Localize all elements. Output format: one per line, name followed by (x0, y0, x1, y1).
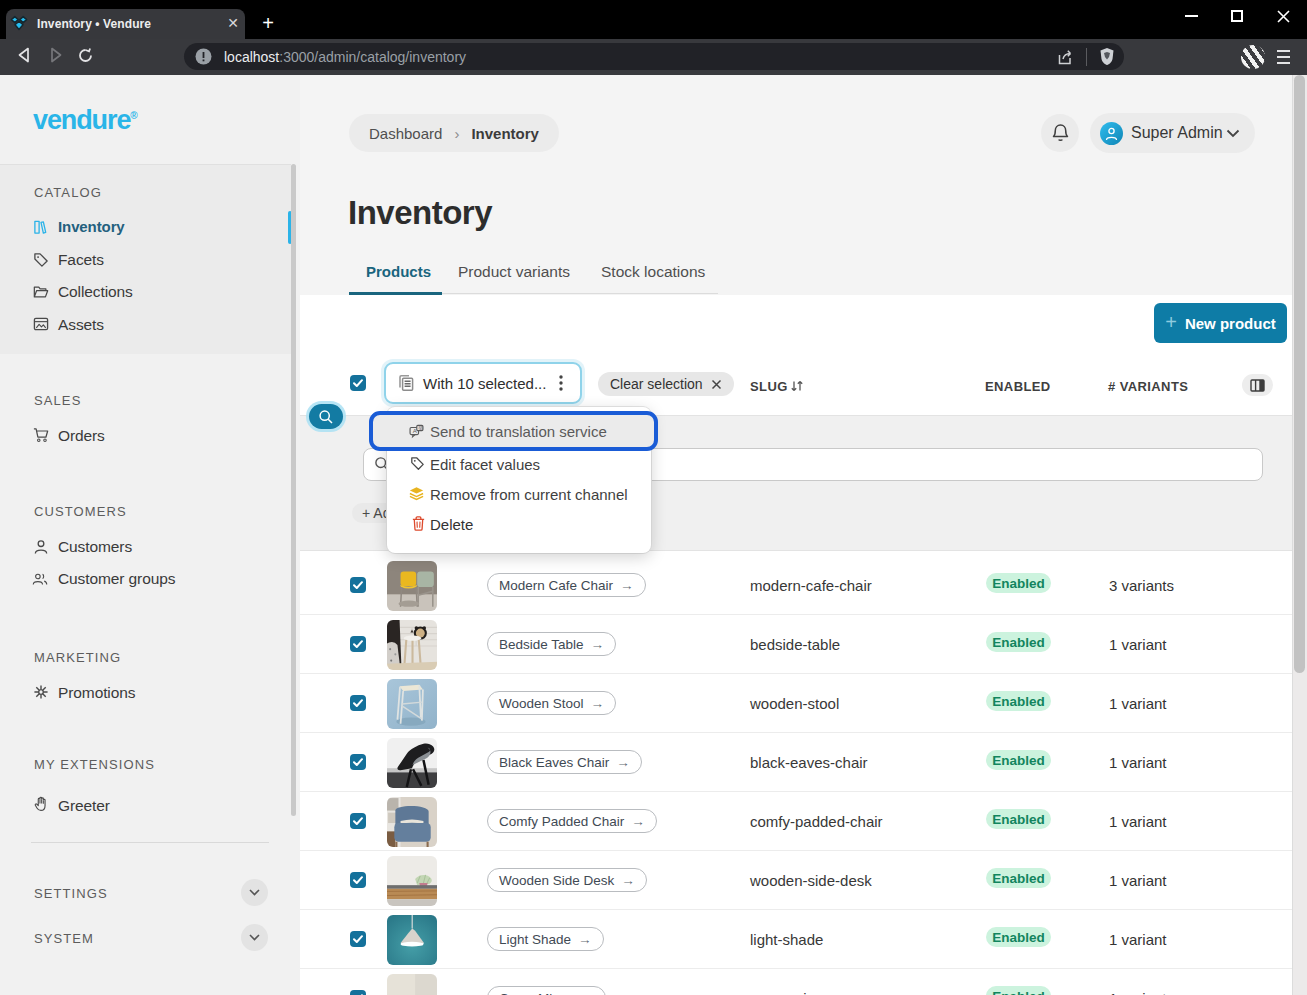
svg-text:勞: 勞 (418, 425, 423, 432)
